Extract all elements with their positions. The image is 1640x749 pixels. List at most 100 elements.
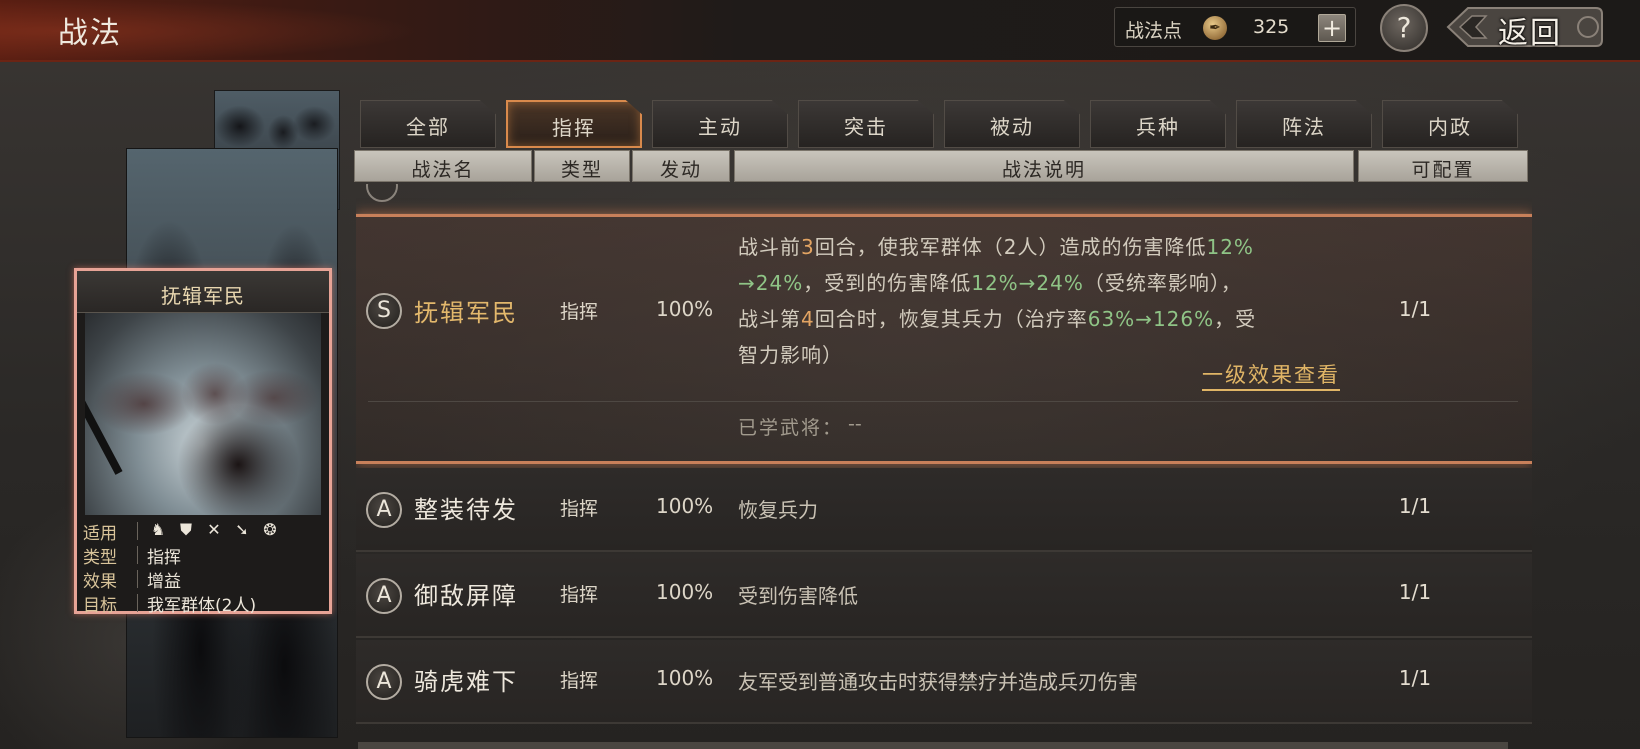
tab-command[interactable]: 指挥 [506,100,642,148]
card-art-silhouettes [85,313,321,515]
grade-badge: A [366,664,402,700]
list-bottom-edge [358,742,1508,749]
learned-generals-value: -- [848,413,862,435]
column-header-trigger[interactable]: 发动 [632,150,730,182]
column-header-label: 可配置 [1411,159,1475,181]
skill-points-label: 战法点 [1125,20,1183,42]
column-header-type[interactable]: 类型 [534,150,630,182]
tab-assault[interactable]: 突击 [798,100,934,148]
tab-troop[interactable]: 兵种 [1090,100,1226,148]
skill-description: 受到伤害降低 [738,584,858,608]
grade-badge: A [366,578,402,614]
card-info-key: 效果 [83,572,117,592]
back-button[interactable]: 返回 [1446,4,1604,51]
top-bar: 战法 战法点 ✒ 325 + ? 返回 [0,0,1640,62]
skill-row-expanded[interactable]: S 抚辑军民 指挥 100% 1/1 战斗前3回合，使我军群体（2人）造成的伤害… [356,214,1532,464]
card-info-row-applies: 适用 ♞ ⛊ ✕ ➘ ❂ [83,519,327,544]
column-header-label: 发动 [659,159,702,181]
skill-trigger-rate: 100% [656,666,714,690]
card-info-separator [137,594,138,612]
help-button[interactable]: ? [1380,4,1428,52]
description-line: 战斗前3回合，使我军群体（2人）造成的伤害降低12% [738,235,1254,259]
category-tabs: 全部 指挥 主动 突击 被动 兵种 阵法 内政 [358,100,1518,148]
skill-points-box: 战法点 ✒ 325 + [1114,7,1356,47]
card-info-separator [137,570,138,588]
skill-slots: 1/1 [1398,494,1432,518]
skill-row[interactable]: A 骑虎难下 指挥 100% 友军受到普通攻击时获得禁疗并造成兵刃伤害 1/1 [356,640,1532,724]
skill-type: 指挥 [560,301,599,323]
card-info-row-target: 目标 我军群体(2人) [83,591,327,616]
spear-icon: ➘ [235,520,249,539]
skill-description: 恢复兵力 [738,498,818,522]
skill-trigger-rate: 100% [656,494,714,518]
learned-generals-label: 已学武将： [738,417,844,439]
card-info-key: 适用 [83,524,117,544]
back-label: 返回 [1498,16,1562,51]
skill-description: 战斗前3回合，使我军群体（2人）造成的伤害降低12% →24%，受到的伤害降低1… [738,231,1348,375]
cavalry-icon: ♞ [150,520,166,539]
column-header-description[interactable]: 战法说明 [734,150,1354,182]
skill-name: 抚辑军民 [414,299,518,327]
card-info-key: 目标 [83,596,117,616]
row-divider [368,401,1518,402]
card-name-bar: 抚辑军民 [77,271,329,313]
tier-one-effect-link[interactable]: 一级效果查看 [1202,359,1340,391]
skill-slots: 1/1 [1398,297,1432,321]
card-info-value: 增益 [147,572,181,592]
column-header-label: 战法说明 [1001,159,1086,181]
page-title: 战法 [58,16,122,51]
skill-trigger-rate: 100% [656,580,714,604]
card-info-row-type: 类型 指挥 [83,543,327,568]
skill-name: 御敌屏障 [414,582,518,610]
tab-all[interactable]: 全部 [360,100,496,148]
skill-slots: 1/1 [1398,580,1432,604]
tab-internal-affairs[interactable]: 内政 [1382,100,1518,148]
card-info-separator [137,522,138,540]
tab-label: 全部 [406,115,450,139]
skill-type: 指挥 [560,670,599,692]
tab-label: 兵种 [1136,115,1180,139]
tab-label: 突击 [844,115,888,139]
skill-slots: 1/1 [1398,666,1432,690]
grade-badge: S [366,293,402,329]
unit-type-icons: ♞ ⛊ ✕ ➘ ❂ [147,519,287,541]
card-artwork [85,313,321,515]
grade-badge: A [366,492,402,528]
wheel-icon: ❂ [263,520,277,539]
skill-list: S 抚辑军民 指挥 100% 1/1 战斗前3回合，使我军群体（2人）造成的伤害… [356,184,1532,749]
skill-row[interactable]: A 整装待发 指挥 100% 恢复兵力 1/1 [356,468,1532,552]
skill-type: 指挥 [560,498,599,520]
tab-label: 内政 [1428,115,1472,139]
card-info-key: 类型 [83,548,117,568]
column-header-slots[interactable]: 可配置 [1358,150,1528,182]
tab-passive[interactable]: 被动 [944,100,1080,148]
tab-label: 主动 [698,115,742,139]
card-info: 适用 ♞ ⛊ ✕ ➘ ❂ 类型 指挥 效果 增益 目标 我军群体(2人) [83,519,327,616]
skill-type: 指挥 [560,584,599,606]
tab-active[interactable]: 主动 [652,100,788,148]
tab-label: 阵法 [1282,115,1326,139]
bow-icon: ✕ [207,520,221,539]
grade-badge-partial [366,184,398,202]
skill-point-coin-icon: ✒ [1203,16,1227,40]
column-header-name[interactable]: 战法名 [354,150,532,182]
skill-row[interactable]: A 御敌屏障 指挥 100% 受到伤害降低 1/1 [356,554,1532,638]
description-line: 战斗第4回合时，恢复其兵力（治疗率63%→126%，受 [738,307,1257,331]
tab-label: 被动 [990,115,1034,139]
card-info-value: 我军群体(2人) [147,596,257,616]
skill-description: 友军受到普通攻击时获得禁疗并造成兵刃伤害 [738,670,1138,694]
selected-skill-card[interactable]: 抚辑军民 适用 ♞ ⛊ ✕ ➘ ❂ 类型 指挥 效果 增益 目标 我军群体(2人) [74,268,332,616]
skill-name: 骑虎难下 [414,668,518,696]
add-points-button[interactable]: + [1318,14,1346,42]
skill-points-value: 325 [1253,16,1290,38]
tab-formation[interactable]: 阵法 [1236,100,1372,148]
column-header-label: 战法名 [411,159,475,181]
card-info-separator [137,546,138,564]
skill-trigger-rate: 100% [656,297,714,321]
list-row-partial [356,184,1532,214]
shield-icon: ⛊ [179,520,192,539]
card-info-row-effect: 效果 增益 [83,567,327,592]
description-line: →24%，受到的伤害降低12%→24%（受统率影响）， [738,271,1242,295]
tab-label: 指挥 [552,116,596,140]
card-info-value: 指挥 [147,548,181,568]
